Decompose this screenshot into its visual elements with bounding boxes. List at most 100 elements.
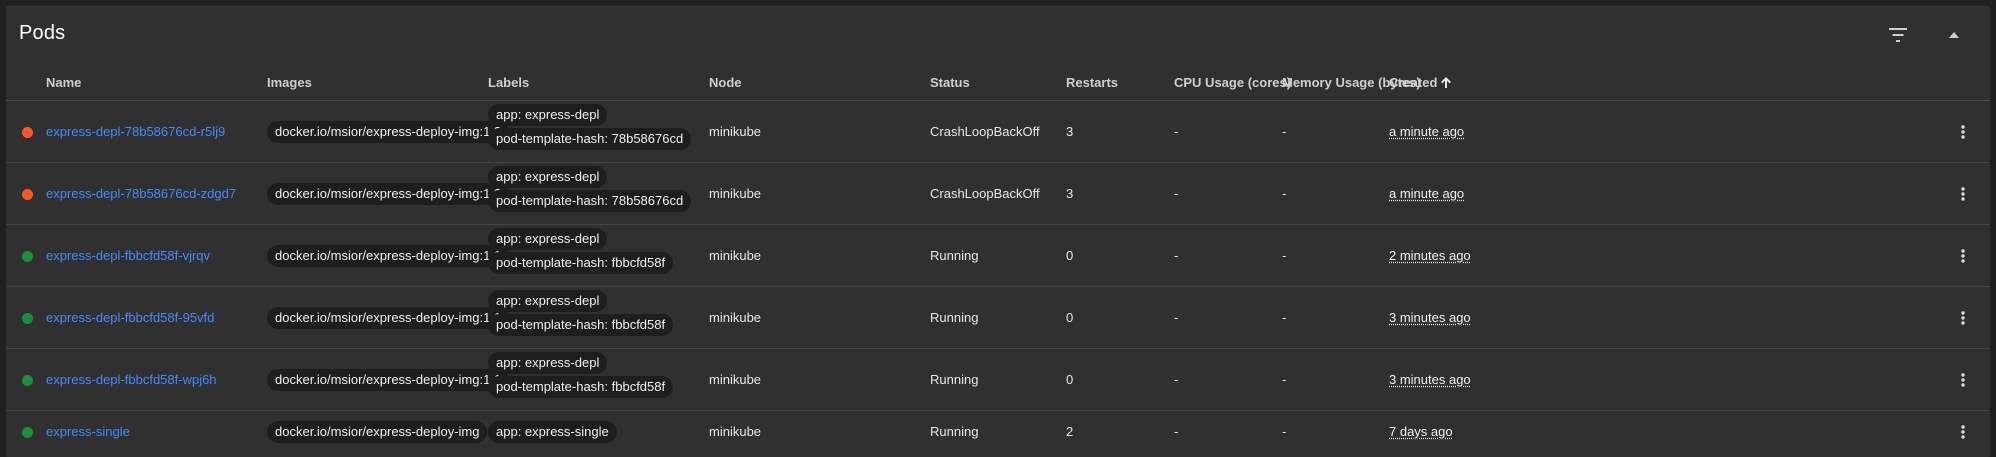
cpu-usage-cell: -: [1174, 310, 1179, 325]
error-status-icon: [22, 189, 33, 200]
table-row[interactable]: express-depl-78b58676cd-zdgd7 docker.io/m…: [6, 163, 1990, 225]
memory-usage-cell: -: [1282, 424, 1287, 439]
label-chip: pod-template-hash: fbbcfd58f: [488, 314, 674, 336]
table-row[interactable]: express-single docker.io/msior/express-de…: [6, 411, 1990, 453]
image-chip: docker.io/msior/express-deploy-img:1.1: [267, 245, 510, 267]
success-status-icon: [22, 251, 33, 262]
label-chip: app: express-depl: [488, 352, 608, 374]
label-chip: app: express-depl: [488, 104, 608, 126]
cpu-usage-cell: -: [1174, 424, 1179, 439]
row-actions-button[interactable]: [1951, 120, 1975, 144]
success-status-icon: [22, 313, 33, 324]
restarts-cell: 0: [1066, 248, 1074, 263]
status-cell: Running: [930, 372, 979, 387]
more-vert-icon: [1961, 311, 1965, 325]
memory-usage-cell: -: [1282, 310, 1287, 325]
pod-name-link[interactable]: express-depl-fbbcfd58f-wpj6h: [46, 372, 217, 387]
status-cell: CrashLoopBackOff: [930, 124, 1040, 139]
chevron-up-icon: [1949, 32, 1959, 38]
memory-usage-cell: -: [1282, 186, 1287, 201]
column-header-cpu: CPU Usage (cores): [1174, 75, 1292, 90]
memory-usage-cell: -: [1282, 124, 1287, 139]
filter-icon: [1889, 28, 1907, 42]
cpu-usage-cell: -: [1174, 248, 1179, 263]
pod-name-link[interactable]: express-single: [46, 424, 130, 439]
pods-table: Name Images Labels Node Status Restarts …: [6, 62, 1990, 453]
label-chip: pod-template-hash: fbbcfd58f: [488, 252, 674, 274]
status-cell: Running: [930, 248, 979, 263]
pods-card: Pods Name Images Labels Node Status Rest…: [6, 6, 1990, 457]
node-cell: minikube: [709, 372, 762, 387]
column-header-images: Images: [267, 75, 312, 90]
column-header-labels: Labels: [488, 75, 530, 90]
column-header-status[interactable]: Status: [930, 75, 970, 90]
created-cell: 3 minutes ago: [1389, 310, 1471, 325]
filter-button[interactable]: [1882, 19, 1914, 51]
row-actions-button[interactable]: [1951, 182, 1975, 206]
cpu-usage-cell: -: [1174, 186, 1179, 201]
pod-name-link[interactable]: express-depl-fbbcfd58f-vjrqv: [46, 248, 210, 263]
node-cell: minikube: [709, 310, 762, 325]
arrow-up-icon: [1441, 77, 1452, 88]
row-actions-button[interactable]: [1951, 420, 1975, 444]
column-header-node[interactable]: Node: [709, 75, 742, 90]
node-cell: minikube: [709, 186, 762, 201]
more-vert-icon: [1961, 187, 1965, 201]
cpu-usage-cell: -: [1174, 124, 1179, 139]
pod-name-link[interactable]: express-depl-fbbcfd58f-95vfd: [46, 310, 214, 325]
row-actions-button[interactable]: [1951, 306, 1975, 330]
row-actions-button[interactable]: [1951, 244, 1975, 268]
label-chip: pod-template-hash: 78b58676cd: [488, 190, 692, 212]
created-cell: 2 minutes ago: [1389, 248, 1471, 263]
label-chip: pod-template-hash: fbbcfd58f: [488, 376, 674, 398]
restarts-cell: 3: [1066, 124, 1074, 139]
table-row[interactable]: express-depl-fbbcfd58f-95vfd docker.io/ms…: [6, 287, 1990, 349]
label-chip: app: express-depl: [488, 228, 608, 250]
table-row[interactable]: express-depl-78b58676cd-r5lj9 docker.io/m…: [6, 101, 1990, 163]
column-header-restarts[interactable]: Restarts: [1066, 75, 1118, 90]
card-title: Pods: [19, 22, 66, 44]
error-status-icon: [22, 127, 33, 138]
table-header: Name Images Labels Node Status Restarts …: [6, 62, 1990, 101]
restarts-cell: 2: [1066, 424, 1074, 439]
label-chip: app: express-depl: [488, 290, 608, 312]
card-header: Pods: [6, 6, 1990, 62]
more-vert-icon: [1961, 125, 1965, 139]
label-chip: pod-template-hash: 78b58676cd: [488, 128, 692, 150]
memory-usage-cell: -: [1282, 372, 1287, 387]
label-chip: app: express-single: [488, 421, 617, 443]
table-row[interactable]: express-depl-fbbcfd58f-vjrqv docker.io/ms…: [6, 225, 1990, 287]
restarts-cell: 3: [1066, 186, 1074, 201]
table-body: express-depl-78b58676cd-r5lj9 docker.io/m…: [6, 101, 1990, 453]
status-cell: Running: [930, 310, 979, 325]
node-cell: minikube: [709, 248, 762, 263]
collapse-button[interactable]: [1938, 19, 1970, 51]
more-vert-icon: [1961, 425, 1965, 439]
column-header-created[interactable]: Created: [1389, 75, 1452, 90]
pod-name-link[interactable]: express-depl-78b58676cd-zdgd7: [46, 186, 236, 201]
node-cell: minikube: [709, 124, 762, 139]
created-cell: a minute ago: [1389, 124, 1465, 139]
column-header-created-label: Created: [1389, 75, 1438, 90]
success-status-icon: [22, 427, 33, 438]
created-cell: 7 days ago: [1389, 424, 1453, 439]
image-chip: docker.io/msior/express-deploy-img:1.1: [267, 307, 510, 329]
created-cell: 3 minutes ago: [1389, 372, 1471, 387]
pod-name-link[interactable]: express-depl-78b58676cd-r5lj9: [46, 124, 225, 139]
node-cell: minikube: [709, 424, 762, 439]
restarts-cell: 0: [1066, 310, 1074, 325]
more-vert-icon: [1961, 373, 1965, 387]
restarts-cell: 0: [1066, 372, 1074, 387]
image-chip: docker.io/msior/express-deploy-img: [267, 421, 488, 443]
created-cell: a minute ago: [1389, 186, 1465, 201]
status-cell: Running: [930, 424, 979, 439]
table-row[interactable]: express-depl-fbbcfd58f-wpj6h docker.io/ms…: [6, 349, 1990, 411]
status-cell: CrashLoopBackOff: [930, 186, 1040, 201]
image-chip: docker.io/msior/express-deploy-img:1.2: [267, 183, 510, 205]
image-chip: docker.io/msior/express-deploy-img:1.2: [267, 121, 510, 143]
image-chip: docker.io/msior/express-deploy-img:1.1: [267, 369, 510, 391]
column-header-name[interactable]: Name: [46, 75, 81, 90]
memory-usage-cell: -: [1282, 248, 1287, 263]
more-vert-icon: [1961, 249, 1965, 263]
row-actions-button[interactable]: [1951, 368, 1975, 392]
